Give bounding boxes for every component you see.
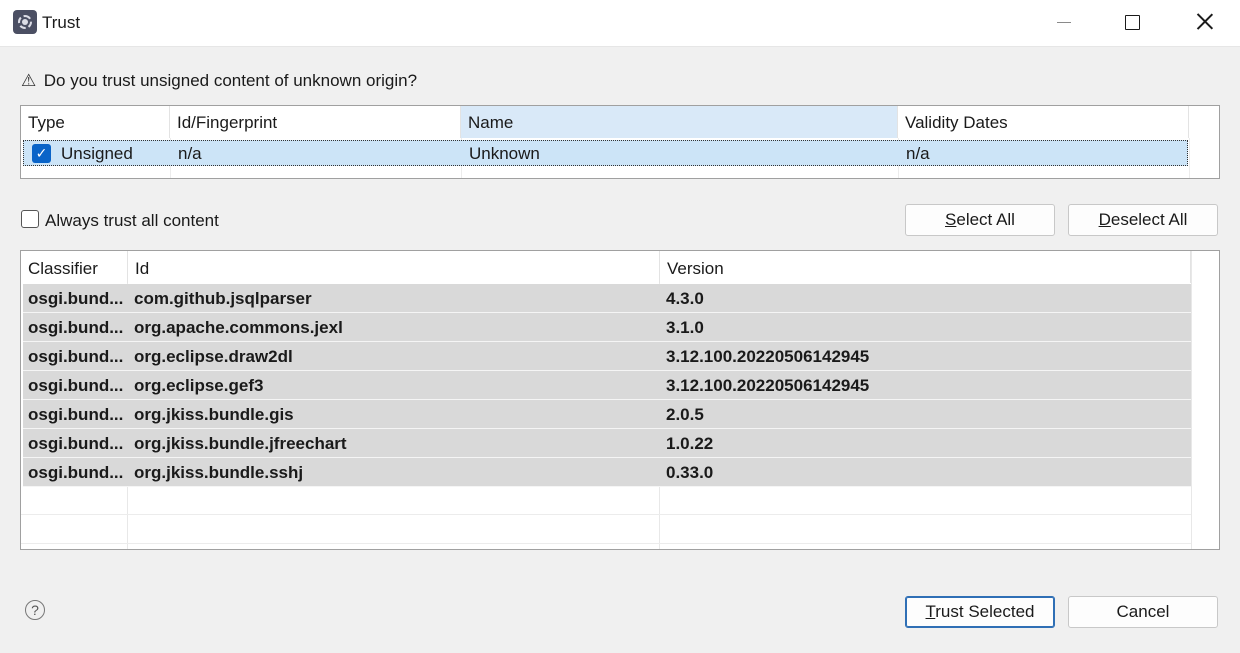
maximize-icon	[1125, 15, 1140, 30]
always-trust-label: Always trust all content	[45, 211, 219, 230]
cell-version: 4.3.0	[666, 289, 704, 308]
bundle-table-header: Classifier Id Version	[21, 251, 1191, 283]
close-button[interactable]	[1170, 0, 1238, 46]
trust-question: ⚠ Do you trust unsigned content of unkno…	[21, 71, 417, 91]
cancel-button[interactable]: Cancel	[1068, 596, 1218, 628]
cell-classifier: osgi.bund...	[28, 318, 124, 337]
minimize-icon	[1057, 22, 1071, 23]
cell-id: org.apache.commons.jexl	[134, 318, 343, 337]
trust-selected-button[interactable]: Trust Selected	[905, 596, 1055, 628]
cell-fingerprint: n/a	[178, 144, 202, 163]
cell-id: org.jkiss.bundle.gis	[134, 405, 294, 424]
certificate-checkbox[interactable]: ✓	[32, 144, 51, 163]
cell-version: 1.0.22	[666, 434, 714, 453]
column-header-version[interactable]: Version	[660, 251, 1191, 283]
title-bar[interactable]: Trust	[0, 0, 1240, 47]
help-icon[interactable]: ?	[25, 600, 45, 620]
column-header-classifier[interactable]: Classifier	[21, 251, 128, 283]
cell-id: org.jkiss.bundle.sshj	[134, 463, 304, 482]
bundle-row[interactable]: osgi.bund... org.eclipse.draw2dl 3.12.10…	[23, 342, 1191, 371]
maximize-button[interactable]	[1098, 0, 1166, 46]
certificate-table-header: Type Id/Fingerprint Name Validity Dates	[21, 106, 1189, 138]
cell-version: 3.12.100.20220506142945	[666, 347, 870, 366]
question-text: Do you trust unsigned content of unknown…	[43, 71, 418, 90]
bundle-row[interactable]: osgi.bund... org.apache.commons.jexl 3.1…	[23, 313, 1191, 342]
warning-icon: ⚠	[21, 71, 37, 90]
bundle-row[interactable]: osgi.bund... org.eclipse.gef3 3.12.100.2…	[23, 371, 1191, 400]
cell-classifier: osgi.bund...	[28, 405, 124, 424]
certificate-table[interactable]: Type Id/Fingerprint Name Validity Dates …	[20, 105, 1220, 179]
cell-id: org.eclipse.draw2dl	[134, 347, 293, 366]
cell-classifier: osgi.bund...	[28, 289, 124, 308]
column-divider	[1191, 251, 1192, 549]
window-title: Trust	[42, 13, 81, 32]
deselect-all-button[interactable]: Deselect All	[1068, 204, 1218, 236]
cell-classifier: osgi.bund...	[28, 347, 124, 366]
column-header-name[interactable]: Name	[461, 106, 898, 138]
column-header-validity[interactable]: Validity Dates	[898, 106, 1189, 138]
column-header-fingerprint[interactable]: Id/Fingerprint	[170, 106, 461, 138]
bundle-row[interactable]: osgi.bund... org.jkiss.bundle.jfreechart…	[23, 429, 1191, 458]
cell-version: 0.33.0	[666, 463, 714, 482]
select-all-button[interactable]: Select All	[905, 204, 1055, 236]
eclipse-app-icon	[13, 10, 37, 34]
cell-version: 3.12.100.20220506142945	[666, 376, 870, 395]
bundle-table[interactable]: Classifier Id Version osgi.bund... com.g…	[20, 250, 1220, 550]
cell-classifier: osgi.bund...	[28, 376, 124, 395]
column-divider	[1189, 138, 1190, 178]
cell-id: org.jkiss.bundle.jfreechart	[134, 434, 347, 453]
cell-classifier: osgi.bund...	[28, 463, 124, 482]
bundle-row[interactable]: osgi.bund... org.jkiss.bundle.sshj 0.33.…	[23, 458, 1191, 487]
close-icon	[1197, 13, 1213, 29]
row-divider	[21, 514, 1191, 515]
cell-id: com.github.jsqlparser	[134, 289, 312, 308]
cell-name: Unknown	[469, 144, 540, 163]
certificate-row[interactable]: ✓ Unsigned n/a Unknown n/a	[23, 140, 1188, 166]
cell-classifier: osgi.bund...	[28, 434, 124, 453]
bundle-row[interactable]: osgi.bund... com.github.jsqlparser 4.3.0	[23, 284, 1191, 313]
checkmark-icon: ✓	[35, 145, 48, 161]
cell-id: org.eclipse.gef3	[134, 376, 264, 395]
cell-type: Unsigned	[61, 144, 133, 163]
column-header-id[interactable]: Id	[128, 251, 660, 283]
column-header-type[interactable]: Type	[21, 106, 170, 138]
cell-version: 3.1.0	[666, 318, 704, 337]
row-divider	[21, 543, 1191, 544]
cell-validity: n/a	[906, 144, 930, 163]
minimize-button[interactable]	[1030, 0, 1098, 46]
cell-version: 2.0.5	[666, 405, 704, 424]
bundle-row[interactable]: osgi.bund... org.jkiss.bundle.gis 2.0.5	[23, 400, 1191, 429]
always-trust-checkbox[interactable]	[21, 210, 39, 228]
